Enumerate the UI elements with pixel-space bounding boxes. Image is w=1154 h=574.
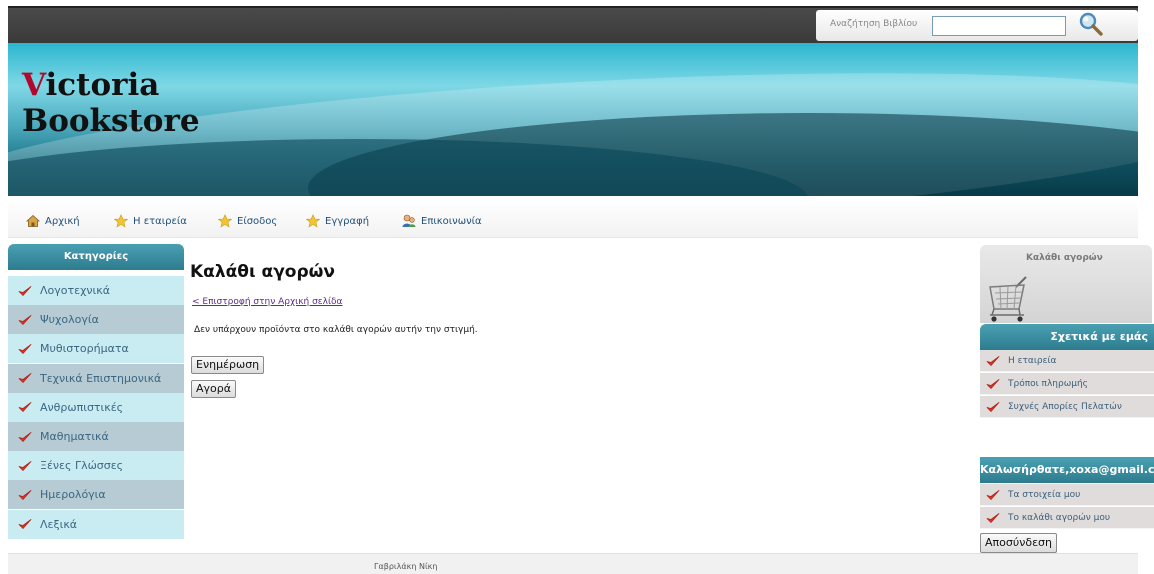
page-title: Καλάθι αγορών xyxy=(190,262,335,282)
about-header: Σχετικά με εμάς xyxy=(980,324,1154,350)
star-icon xyxy=(306,214,320,228)
category-label: Τεχνικά Επιστημονικά xyxy=(40,371,162,385)
checkmark-icon xyxy=(18,314,32,325)
checkmark-icon xyxy=(18,460,32,471)
star-icon xyxy=(218,214,232,228)
cart-box: Καλάθι αγορών xyxy=(980,245,1152,323)
nav-item-company[interactable]: Η εταιρεία xyxy=(114,213,187,229)
checkmark-icon xyxy=(986,378,1000,389)
checkmark-icon xyxy=(18,402,32,413)
about-item[interactable]: Τρόποι πληρωμής xyxy=(980,373,1154,395)
category-item[interactable]: Ημερολόγια xyxy=(8,480,184,510)
top-bar: Αναζήτηση Βιβλίου xyxy=(8,6,1138,43)
footer-text: Γαβριλάκη Νίκη xyxy=(374,562,438,571)
category-item[interactable]: Ξένες Γλώσσες xyxy=(8,451,184,481)
category-item[interactable]: Τεχνικά Επιστημονικά xyxy=(8,363,184,393)
category-label: Ανθρωπιστικές xyxy=(40,400,124,414)
category-label: Ψυχολογία xyxy=(40,313,99,327)
search-label: Αναζήτηση Βιβλίου xyxy=(830,19,918,29)
about-item-label: Συχνές Απορίες Πελατών xyxy=(1008,401,1122,412)
category-item[interactable]: Λογοτεχνικά xyxy=(8,276,184,305)
main-nav: Αρχική Η εταιρεία Είσοδος Εγγραφή Επικοι… xyxy=(8,200,1138,238)
contact-icon xyxy=(402,214,416,227)
shopping-cart-icon[interactable] xyxy=(986,273,1032,323)
category-label: Ξένες Γλώσσες xyxy=(40,459,124,473)
page: Αναζήτηση Βιβλίου Victoria Bookstore Αρχ… xyxy=(0,0,1154,574)
buy-button[interactable]: Αγορά xyxy=(191,380,236,398)
about-item-label: Τρόποι πληρωμής xyxy=(1008,378,1088,389)
checkmark-icon xyxy=(18,519,32,529)
account-item-label: Το καλάθι αγορών μου xyxy=(1008,512,1111,523)
category-item[interactable]: Μυθιστορήματα xyxy=(8,334,184,364)
checkmark-icon xyxy=(986,401,1000,412)
site-logo[interactable]: Victoria Bookstore xyxy=(22,67,200,139)
category-item[interactable]: Λεξικά xyxy=(8,509,184,539)
nav-item-register[interactable]: Εγγραφή xyxy=(306,213,369,229)
category-item[interactable]: Ανθρωπιστικές xyxy=(8,392,184,422)
about-item[interactable]: Η εταιρεία xyxy=(980,350,1154,372)
account-item[interactable]: Τα στοιχεία μου xyxy=(980,484,1154,506)
categories-header: Κατηγορίες xyxy=(8,244,184,270)
home-icon xyxy=(26,214,40,227)
search-box: Αναζήτηση Βιβλίου xyxy=(816,10,1138,41)
back-home-link[interactable]: < Επιστροφή στην Αρχική σελίδα xyxy=(192,297,342,307)
category-label: Λογοτεχνικά xyxy=(40,284,111,297)
about-item[interactable]: Συχνές Απορίες Πελατών xyxy=(980,396,1154,418)
magnifier-icon[interactable] xyxy=(1078,11,1104,37)
category-item[interactable]: Ψυχολογία xyxy=(8,305,184,335)
footer: Γαβριλάκη Νίκη xyxy=(8,553,1138,574)
star-icon xyxy=(114,214,128,228)
welcome-header: Καλωσήρθατε,xoxa@gmail.com xyxy=(980,457,1154,483)
update-button[interactable]: Ενημέρωση xyxy=(191,356,265,374)
category-label: Ημερολόγια xyxy=(40,488,106,502)
nav-item-login[interactable]: Είσοδος xyxy=(218,213,277,229)
checkmark-icon xyxy=(18,489,32,500)
category-item[interactable]: Μαθηματικά xyxy=(8,422,184,451)
checkmark-icon xyxy=(18,285,32,296)
nav-item-home[interactable]: Αρχική xyxy=(26,213,80,229)
logout-button[interactable]: Αποσύνδεση xyxy=(980,533,1057,553)
cart-box-title: Καλάθι αγορών xyxy=(1026,253,1103,263)
checkmark-icon xyxy=(18,343,32,354)
category-label: Μυθιστορήματα xyxy=(40,342,129,356)
checkmark-icon xyxy=(18,431,32,442)
account-item-label: Τα στοιχεία μου xyxy=(1008,489,1081,500)
header-banner: Victoria Bookstore xyxy=(8,43,1138,196)
account-item[interactable]: Το καλάθι αγορών μου xyxy=(980,507,1154,529)
about-item-label: Η εταιρεία xyxy=(1008,355,1057,366)
checkmark-icon xyxy=(986,355,1000,366)
checkmark-icon xyxy=(986,489,1000,500)
search-input[interactable] xyxy=(932,16,1066,36)
checkmark-icon xyxy=(986,512,1000,523)
category-label: Μαθηματικά xyxy=(40,430,109,443)
nav-item-contact[interactable]: Επικοινωνία xyxy=(402,213,482,229)
category-label: Λεξικά xyxy=(40,517,78,531)
checkmark-icon xyxy=(18,373,32,383)
empty-cart-message: Δεν υπάρχουν προϊόντα στο καλάθι αγορών … xyxy=(194,325,478,335)
